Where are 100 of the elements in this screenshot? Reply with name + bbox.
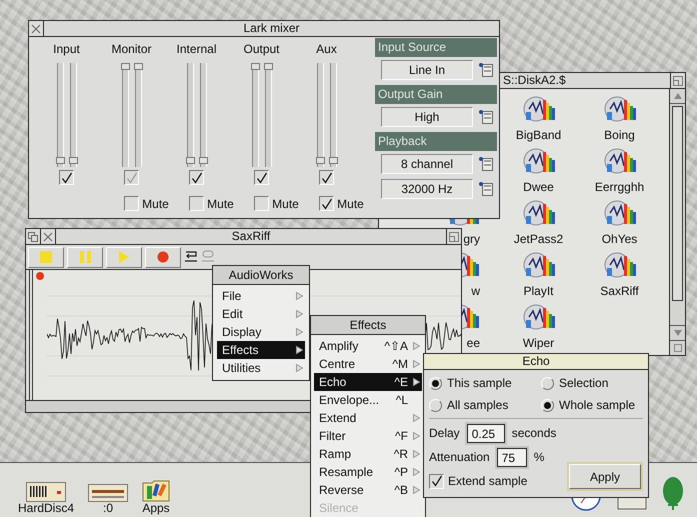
setting-field[interactable]: High [381,107,473,127]
menu-item[interactable]: Ramp ^R [314,445,422,463]
submenu-arrow-icon [296,346,302,354]
vertical-scrollbar[interactable] [669,89,685,355]
resize-icon[interactable] [674,344,682,352]
channel-label: Monitor [111,41,152,57]
setting-field[interactable]: Line In [381,60,473,80]
section-heading: Playback [375,132,497,151]
slider-thumb[interactable] [56,157,64,164]
acorn-icon[interactable] [661,475,685,511]
stop-button[interactable] [28,246,64,268]
slider-thumb[interactable] [198,157,208,164]
file-name[interactable]: Dwee [523,180,554,194]
toggle-size-button[interactable] [670,73,685,88]
menu-item[interactable]: Edit [217,305,305,323]
record-icon [157,251,169,263]
delay-field[interactable]: 0.25 [466,424,505,442]
slider-thumb[interactable] [120,63,130,70]
mute-checkbox[interactable] [254,196,270,211]
down-arrow-icon[interactable] [674,330,682,336]
radio-option[interactable]: All samples [429,398,541,412]
folder-icon[interactable] [142,478,170,502]
file-name[interactable]: JetPass2 [514,232,564,246]
channel-label: Aux [316,41,337,57]
menu-item[interactable]: Filter ^F [314,427,422,445]
file-name[interactable]: Boing [604,128,635,142]
start-marker-icon[interactable] [36,272,44,280]
radio-option[interactable]: This sample [429,376,541,390]
submenu-arrow-icon [412,432,420,440]
close-button[interactable] [41,229,56,244]
menu-item[interactable]: Envelope... ^L [314,391,422,409]
file-name[interactable]: BigBand [516,128,562,142]
record-button[interactable] [145,246,181,268]
file-name[interactable]: SaxRiff [600,284,639,298]
extend-checkbox[interactable] [429,474,444,488]
channel-label: Internal [176,41,217,57]
menu-item[interactable]: Echo ^E [314,373,422,391]
floppy-drive-icon[interactable] [88,484,128,502]
menu-title: Effects [311,316,425,335]
enable-checkbox[interactable] [254,170,269,185]
file-name[interactable]: w [471,284,480,298]
apply-button[interactable]: Apply [569,464,641,489]
toggle-size-button[interactable] [446,229,461,244]
menu-item[interactable]: File [217,287,305,305]
menu-item[interactable]: Effects [217,341,305,359]
file-name[interactable]: Eerrgghh [594,180,644,194]
up-arrow-icon[interactable] [674,93,682,99]
delay-label: Delay [429,426,460,440]
mute-checkbox[interactable] [189,196,204,211]
attenuation-label: Attenuation [429,450,490,464]
slider-thumb[interactable] [134,63,142,70]
icon-label[interactable]: HardDisc4 [18,502,74,515]
section-heading: Output Gain [375,85,497,104]
play-icon [118,251,130,263]
setting-field[interactable]: 32000 Hz [381,179,473,199]
menu-item[interactable]: Utilities [217,359,305,377]
slider-thumb[interactable] [264,63,272,70]
play-button[interactable] [106,246,142,268]
enable-checkbox[interactable] [189,170,204,185]
slider-thumb[interactable] [186,157,194,164]
stop-icon [40,251,52,263]
section-heading: Input Source [375,38,497,57]
file-name[interactable]: Wiper [522,336,554,350]
file-name[interactable]: PlayIt [523,284,554,298]
back-button[interactable] [26,229,41,244]
submenu-arrow-icon [412,342,420,350]
enable-checkbox[interactable] [319,170,334,185]
slider-thumb[interactable] [328,157,338,164]
window-title: SaxRiff [230,229,272,244]
setting-field[interactable]: 8 channel [381,154,473,174]
menu-item[interactable]: Amplify ^⇧A [314,337,422,355]
menu-popup-icon[interactable] [478,181,494,197]
menu-item[interactable]: Extend [314,409,422,427]
icon-label[interactable]: Apps [142,502,170,515]
slider-thumb[interactable] [68,157,78,164]
menu-item[interactable]: Resample ^P [314,463,422,481]
menu-item[interactable]: Centre ^M [314,355,422,373]
menu-popup-icon[interactable] [478,62,494,78]
menu-item[interactable]: Reverse ^B [314,481,422,499]
menu-popup-icon[interactable] [478,156,494,172]
mute-label: Mute [142,196,169,210]
enable-checkbox[interactable] [59,170,74,185]
submenu-arrow-icon [296,292,302,300]
mute-checkbox[interactable] [319,196,334,211]
window-title: Echo [521,354,551,369]
file-name[interactable]: gry [463,232,480,246]
slider-thumb[interactable] [250,63,260,70]
file-name[interactable]: ee [466,336,480,350]
radio-option[interactable]: Selection [541,376,643,390]
icon-label[interactable]: :0 [103,502,114,515]
menu-popup-icon[interactable] [478,109,494,125]
pause-button[interactable] [67,246,103,268]
attenuation-field[interactable]: 75 [496,448,527,466]
radio-option[interactable]: Whole sample [541,398,643,412]
close-button[interactable] [29,21,44,36]
file-name[interactable]: OhYes [602,232,638,246]
mute-checkbox[interactable] [124,196,140,211]
submenu-arrow-icon [296,328,302,336]
slider-thumb[interactable] [316,157,324,164]
menu-item[interactable]: Display [217,323,305,341]
